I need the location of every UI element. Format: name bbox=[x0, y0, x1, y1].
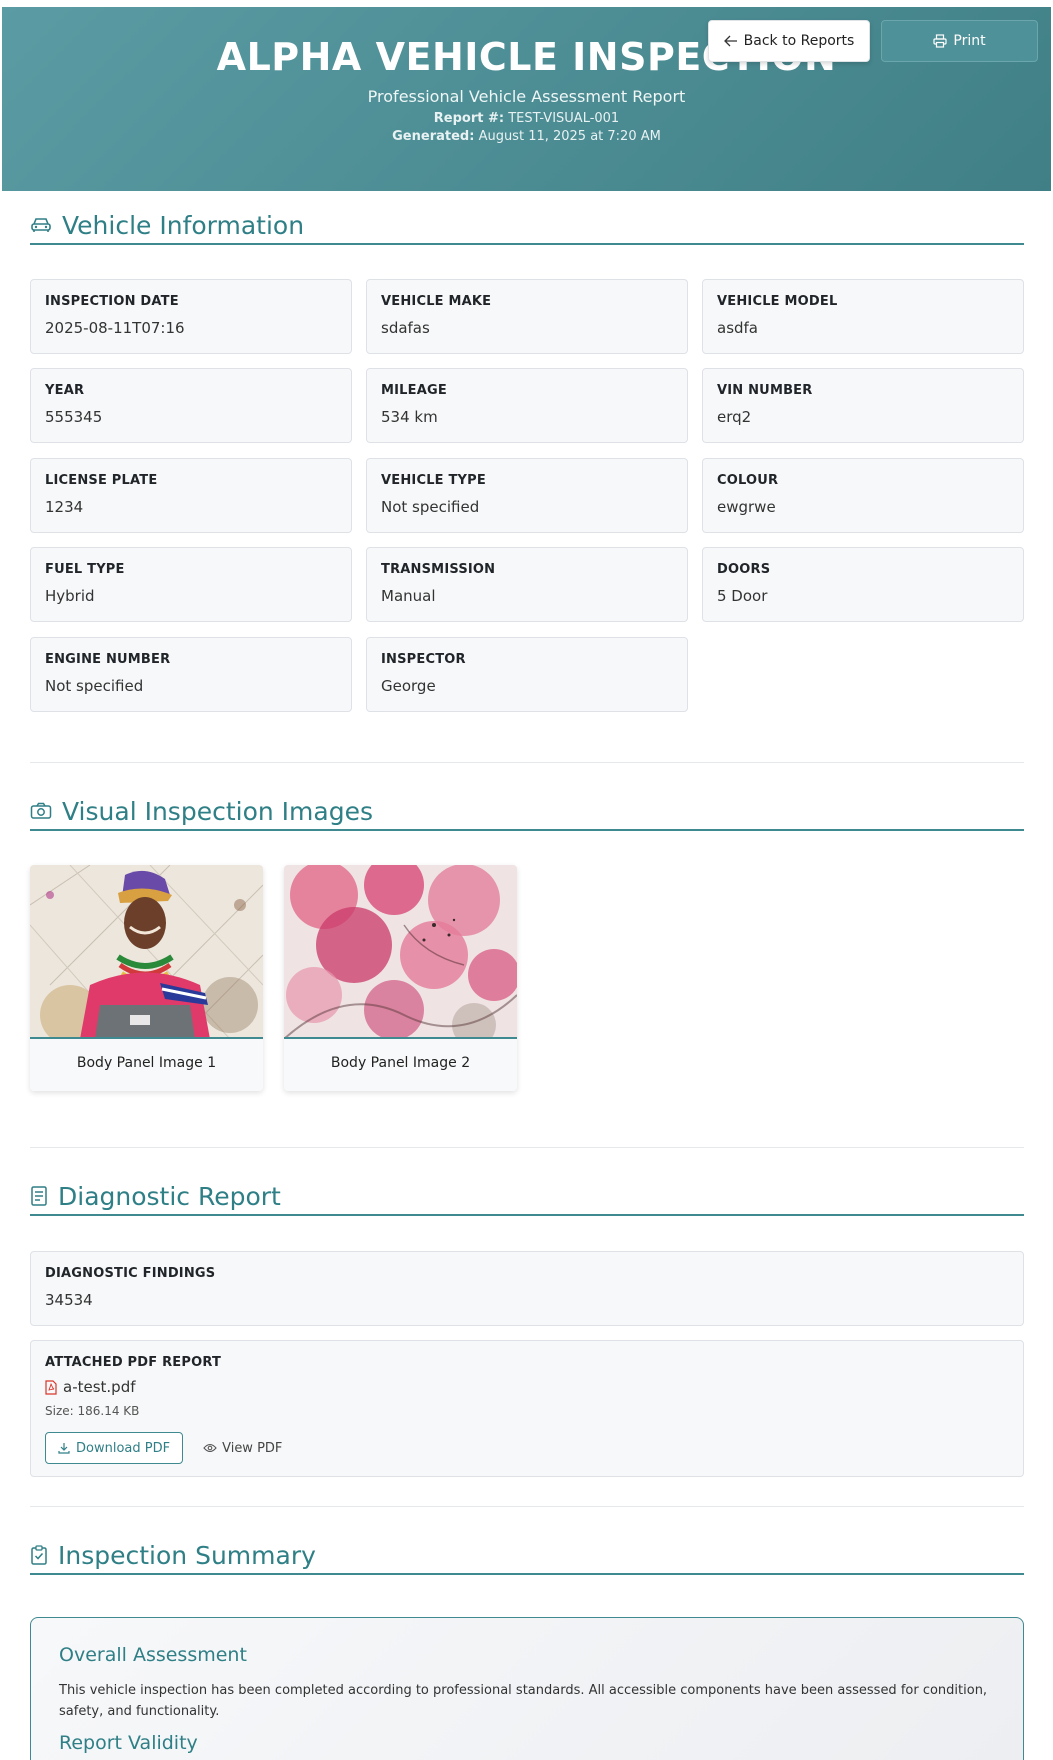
info-card-license-plate: LICENSE PLATE 1234 bbox=[30, 458, 352, 533]
vehicle-info-heading: Vehicle Information bbox=[30, 207, 1024, 245]
info-card-year: YEAR 555345 bbox=[30, 368, 352, 443]
info-label: FUEL TYPE bbox=[45, 562, 125, 577]
report-page: ALPHA VEHICLE INSPECTION Professional Ve… bbox=[2, 7, 1051, 1760]
diagnostic-findings-label: DIAGNOSTIC FINDINGS bbox=[45, 1266, 216, 1281]
info-card-vehicle-model: VEHICLE MODEL asdfa bbox=[702, 279, 1024, 354]
section-divider bbox=[30, 1506, 1024, 1507]
info-card-vin-number: VIN NUMBER erq2 bbox=[702, 368, 1024, 443]
section-divider bbox=[30, 762, 1024, 763]
info-value: erq2 bbox=[717, 408, 752, 426]
pdf-file-name: a-test.pdf bbox=[63, 1378, 136, 1396]
back-to-reports-button[interactable]: Back to Reports bbox=[708, 20, 870, 62]
info-label: VIN NUMBER bbox=[717, 383, 813, 398]
diagnostic-heading: Diagnostic Report bbox=[30, 1178, 1024, 1216]
print-label: Print bbox=[953, 33, 986, 49]
vehicle-info-title: Vehicle Information bbox=[62, 210, 305, 240]
diagnostic-findings-card: DIAGNOSTIC FINDINGS 34534 bbox=[30, 1251, 1024, 1326]
info-label: YEAR bbox=[45, 383, 85, 398]
report-number-value: TEST-VISUAL-001 bbox=[508, 111, 620, 126]
info-card-inspection-date: INSPECTION DATE 2025-08-11T07:16 bbox=[30, 279, 352, 354]
info-label: VEHICLE TYPE bbox=[381, 473, 486, 488]
report-generated-value: August 11, 2025 at 7:20 AM bbox=[478, 129, 661, 144]
view-pdf-link[interactable]: View PDF bbox=[203, 1441, 282, 1456]
attached-pdf-label: ATTACHED PDF REPORT bbox=[45, 1355, 222, 1370]
info-card-engine-number: ENGINE NUMBER Not specified bbox=[30, 637, 352, 712]
info-label: ENGINE NUMBER bbox=[45, 652, 171, 667]
report-generated-label: Generated: bbox=[392, 129, 475, 144]
report-validity-title: Report Validity bbox=[59, 1732, 198, 1754]
info-card-doors: DOORS 5 Door bbox=[702, 547, 1024, 622]
info-value: 5 Door bbox=[717, 587, 768, 605]
diagnostic-title: Diagnostic Report bbox=[58, 1181, 281, 1211]
info-label: LICENSE PLATE bbox=[45, 473, 158, 488]
report-generated: Generated: August 11, 2025 at 7:20 AM bbox=[2, 129, 1051, 144]
overall-assessment-box: Overall Assessment This vehicle inspecti… bbox=[30, 1617, 1024, 1760]
body-panel-image-1[interactable] bbox=[30, 865, 263, 1039]
report-number-label: Report #: bbox=[433, 111, 505, 126]
info-card-transmission: TRANSMISSION Manual bbox=[366, 547, 688, 622]
info-value: 2025-08-11T07:16 bbox=[45, 319, 185, 337]
download-pdf-label: Download PDF bbox=[76, 1440, 171, 1456]
info-label: TRANSMISSION bbox=[381, 562, 496, 577]
arrow-left-icon bbox=[723, 35, 737, 47]
info-label: MILEAGE bbox=[381, 383, 447, 398]
info-value: Manual bbox=[381, 587, 436, 605]
pdf-file: a-test.pdf bbox=[45, 1378, 1009, 1396]
section-divider bbox=[30, 1147, 1024, 1148]
info-label: DOORS bbox=[717, 562, 771, 577]
info-value: ewgrwe bbox=[717, 498, 776, 516]
image-caption: Body Panel Image 2 bbox=[330, 1055, 471, 1071]
body-panel-image-2[interactable] bbox=[284, 865, 517, 1039]
info-label: VEHICLE MODEL bbox=[717, 294, 838, 309]
info-value: George bbox=[381, 677, 436, 695]
info-value: Not specified bbox=[381, 498, 480, 516]
info-label: COLOUR bbox=[717, 473, 779, 488]
info-value: 1234 bbox=[45, 498, 84, 516]
pdf-file-size: Size: 186.14 KB bbox=[45, 1404, 140, 1418]
diagnostic-findings-value: 34534 bbox=[45, 1291, 93, 1309]
camera-icon bbox=[30, 802, 52, 819]
download-icon bbox=[58, 1443, 70, 1454]
visual-images-title: Visual Inspection Images bbox=[62, 796, 373, 826]
info-value: Hybrid bbox=[45, 587, 95, 605]
report-number: Report #: TEST-VISUAL-001 bbox=[2, 111, 1051, 126]
overall-assessment-text: This vehicle inspection has been complet… bbox=[59, 1683, 988, 1719]
pdf-actions: Download PDF View PDF bbox=[45, 1432, 1009, 1464]
info-value: sdafas bbox=[381, 319, 430, 337]
report-subtitle: Professional Vehicle Assessment Report bbox=[367, 87, 686, 106]
info-label: INSPECTION DATE bbox=[45, 294, 179, 309]
info-value: 534 km bbox=[381, 408, 438, 426]
info-label: INSPECTOR bbox=[381, 652, 466, 667]
inspection-summary-title: Inspection Summary bbox=[58, 1540, 316, 1570]
info-card-vehicle-type: VEHICLE TYPE Not specified bbox=[366, 458, 688, 533]
overall-assessment-title: Overall Assessment bbox=[59, 1644, 247, 1666]
pdf-file-icon bbox=[45, 1379, 57, 1395]
eye-icon bbox=[203, 1443, 217, 1453]
info-value: Not specified bbox=[45, 677, 144, 695]
back-to-reports-label: Back to Reports bbox=[743, 33, 855, 49]
info-value: 555345 bbox=[45, 408, 103, 426]
info-card-mileage: MILEAGE 534 km bbox=[366, 368, 688, 443]
car-icon bbox=[31, 218, 51, 232]
document-icon bbox=[31, 1186, 47, 1206]
info-card-fuel-type: FUEL TYPE Hybrid bbox=[30, 547, 352, 622]
view-pdf-label: View PDF bbox=[222, 1440, 283, 1456]
info-card-inspector: INSPECTOR George bbox=[366, 637, 688, 712]
clipboard-check-icon bbox=[31, 1545, 47, 1565]
print-button[interactable]: Print bbox=[881, 20, 1038, 62]
visual-images-heading: Visual Inspection Images bbox=[30, 793, 1024, 831]
attached-pdf-card: ATTACHED PDF REPORT a-test.pdf Size: 186… bbox=[30, 1340, 1024, 1477]
info-card-colour: COLOUR ewgrwe bbox=[702, 458, 1024, 533]
image-card-1[interactable]: Body Panel Image 1 bbox=[30, 865, 263, 1091]
info-label: VEHICLE MAKE bbox=[381, 294, 492, 309]
image-caption: Body Panel Image 1 bbox=[76, 1055, 217, 1071]
printer-icon bbox=[933, 34, 947, 48]
info-value: asdfa bbox=[717, 319, 759, 337]
inspection-summary-heading: Inspection Summary bbox=[30, 1537, 1024, 1575]
download-pdf-button[interactable]: Download PDF bbox=[45, 1432, 184, 1464]
image-card-2[interactable]: Body Panel Image 2 bbox=[284, 865, 517, 1091]
info-card-vehicle-make: VEHICLE MAKE sdafas bbox=[366, 279, 688, 354]
